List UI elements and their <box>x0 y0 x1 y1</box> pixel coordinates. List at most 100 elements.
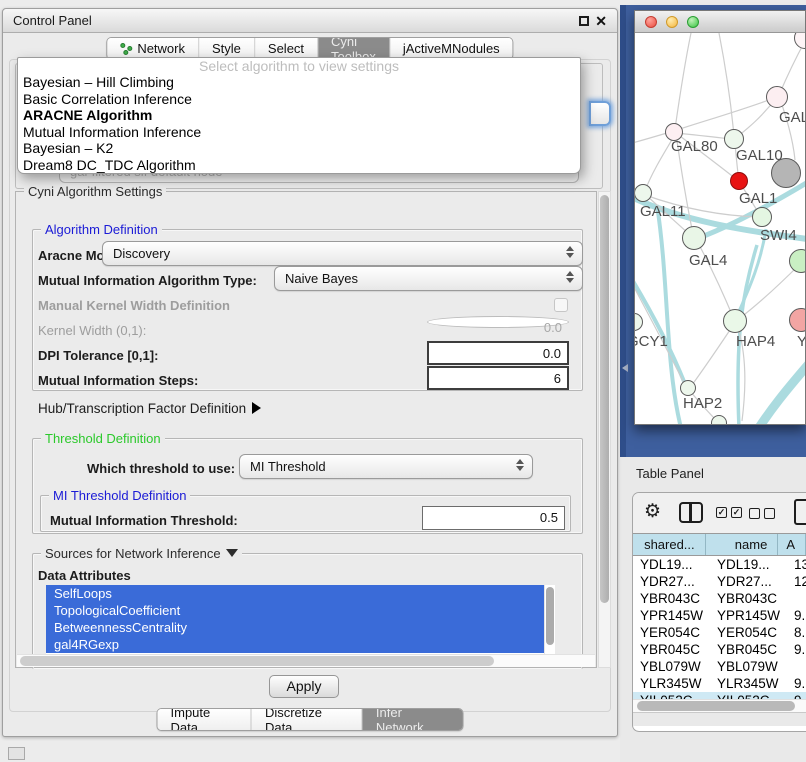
popup-item-bayesian-hill-climbing[interactable]: Bayesian – Hill Climbing <box>18 74 580 91</box>
tab-style[interactable]: Style <box>199 38 255 59</box>
scrollbar-thumb[interactable] <box>546 587 554 645</box>
node-label: GAL4 <box>689 252 727 269</box>
data-attributes-list: SelfLoops TopologicalCoefficient Between… <box>46 585 555 657</box>
settings-horizontal-scrollbar[interactable] <box>17 654 595 667</box>
column-header-shared[interactable]: shared... <box>633 534 706 555</box>
table-toolbar: ⚙ ✓✓ <box>633 493 806 533</box>
table-document-icon[interactable] <box>794 499 806 525</box>
tab-select[interactable]: Select <box>255 38 318 59</box>
table-header-row: shared... name A <box>633 533 806 556</box>
unchecked-boxes-icon[interactable] <box>749 508 775 519</box>
network-window-titlebar[interactable] <box>635 11 805 33</box>
node-gal10[interactable] <box>724 129 744 149</box>
hub-tf-definition-expander[interactable]: Hub/Transcription Factor Definition <box>38 401 261 416</box>
collapsed-panel-icon[interactable] <box>8 747 25 760</box>
table-panel-title: Table Panel <box>636 466 704 481</box>
table-horizontal-scrollbar[interactable] <box>633 699 806 712</box>
table-row[interactable]: YBL079WYBL079W <box>633 658 806 675</box>
node-gal[interactable] <box>766 86 788 108</box>
node-bottom-partial[interactable] <box>711 415 727 424</box>
table-panel-box: ⚙ ✓✓ shared... name A YDL19...YDL19...13… <box>632 492 806 732</box>
popup-item-aracne[interactable]: ARACNE Algorithm <box>18 107 580 124</box>
scrollbar-thumb[interactable] <box>637 701 795 711</box>
sources-title[interactable]: Sources for Network Inference <box>41 546 242 561</box>
algorithm-definition-title: Algorithm Definition <box>41 222 162 237</box>
list-vertical-scrollbar[interactable] <box>544 585 555 657</box>
popup-item-bayesian-k2[interactable]: Bayesian – K2 <box>18 140 580 157</box>
control-panel-window: Control Panel ✕ Network Style Select Cyn… <box>2 8 618 737</box>
mi-steps-input[interactable]: 6 <box>427 366 569 390</box>
network-view-window: GAL GAL80 GAL10 GAL1 GAL11 SWI4 GAL4 GCY… <box>634 10 806 425</box>
table-row[interactable]: YER054CYER054C8. <box>633 624 806 641</box>
column-header-name[interactable]: name <box>706 534 779 555</box>
popup-item-basic-correlation[interactable]: Basic Correlation Inference <box>18 91 580 108</box>
zoom-traffic-light-icon[interactable] <box>687 16 699 28</box>
close-traffic-light-icon[interactable] <box>645 16 657 28</box>
mi-threshold-input[interactable]: 0.5 <box>422 506 565 530</box>
close-icon[interactable]: ✕ <box>595 15 607 27</box>
tab-impute-data[interactable]: Impute Data <box>158 709 252 730</box>
node-label: Y <box>797 333 805 350</box>
node-label: HAP4 <box>736 333 775 350</box>
table-row[interactable]: YLR345WYLR345W9. <box>633 675 806 692</box>
column-split-icon[interactable] <box>679 502 703 523</box>
node-hap4[interactable] <box>723 309 747 333</box>
table-row-partial[interactable]: YIL052CYIL052C9 <box>633 692 806 699</box>
attribute-item-selected[interactable]: gal4RGexp <box>46 636 544 653</box>
kernel-width-label: Kernel Width (0,1): <box>38 323 146 338</box>
algorithm-combo-focused-edge[interactable] <box>589 101 611 126</box>
popup-item-mutual-information[interactable]: Mutual Information Inference <box>18 124 580 141</box>
table-row[interactable]: YDL19...YDL19...13 <box>633 556 806 573</box>
attribute-item-selected[interactable]: SelfLoops <box>46 585 544 602</box>
tab-cyni-toolbox[interactable]: Cyni Toolbox <box>318 38 390 59</box>
table-row[interactable]: YBR045CYBR045C9. <box>633 641 806 658</box>
popup-placeholder: Select algorithm to view settings <box>18 58 580 74</box>
control-panel-titlebar[interactable]: Control Panel ✕ <box>3 9 617 33</box>
tab-infer-network[interactable]: Infer Network <box>363 709 463 730</box>
node-gal1[interactable] <box>752 207 772 227</box>
tab-network[interactable]: Network <box>107 38 199 59</box>
dpi-tolerance-input[interactable]: 0.0 <box>427 341 569 365</box>
which-threshold-combo[interactable]: MI Threshold <box>239 454 533 479</box>
settings-vertical-scrollbar[interactable] <box>598 191 611 668</box>
mi-steps-label: Mutual Information Steps: <box>38 373 198 388</box>
table-row[interactable]: YPR145WYPR145W9. <box>633 607 806 624</box>
minimize-traffic-light-icon[interactable] <box>666 16 678 28</box>
float-window-icon[interactable] <box>579 16 589 26</box>
gear-icon[interactable]: ⚙ <box>644 500 661 523</box>
tab-discretize-data[interactable]: Discretize Data <box>252 709 363 730</box>
node-label: HAP2 <box>683 395 722 412</box>
column-header-partial[interactable]: A <box>778 534 806 555</box>
mi-type-combo[interactable]: Naive Bayes <box>274 266 583 291</box>
node-label: GAL11 <box>640 203 686 220</box>
attribute-item-selected[interactable]: BetweennessCentrality <box>46 619 544 636</box>
mi-threshold-label: Mutual Information Threshold: <box>50 513 238 528</box>
node-label: GAL <box>779 109 805 126</box>
node-red[interactable] <box>730 172 748 190</box>
table-row[interactable]: YDR27...YDR27...12 <box>633 573 806 590</box>
which-threshold-label: Which threshold to use: <box>87 461 235 476</box>
combo-stepper-icon <box>566 271 574 283</box>
data-attributes-label: Data Attributes <box>38 568 131 583</box>
checked-boxes-icon[interactable]: ✓✓ <box>716 507 742 518</box>
manual-kernel-checkbox[interactable] <box>554 298 568 312</box>
mi-threshold-definition-title: MI Threshold Definition <box>49 488 190 503</box>
popup-item-dream8[interactable]: Dream8 DC_TDC Algorithm <box>18 157 580 174</box>
scrollbar-thumb[interactable] <box>20 656 494 666</box>
node-gal4[interactable] <box>682 226 706 250</box>
tab-jactivemnodules[interactable]: jActiveMNodules <box>390 38 513 59</box>
network-canvas[interactable]: GAL GAL80 GAL10 GAL1 GAL11 SWI4 GAL4 GCY… <box>635 33 805 424</box>
apply-button[interactable]: Apply <box>269 675 339 698</box>
node-label: GAL80 <box>671 138 718 155</box>
kernel-width-input[interactable]: 0.0 <box>427 316 569 328</box>
manual-kernel-label: Manual Kernel Width Definition <box>38 298 230 313</box>
node-hap2[interactable] <box>680 380 696 396</box>
scrollbar-thumb[interactable] <box>600 195 609 603</box>
attribute-item-selected[interactable]: TopologicalCoefficient <box>46 602 544 619</box>
aracne-mode-combo[interactable]: Discovery <box>102 241 583 266</box>
panel-splitter-arrow-icon[interactable] <box>622 364 628 372</box>
combo-stepper-icon <box>516 459 524 471</box>
node-label: SWI4 <box>760 227 797 244</box>
collapse-down-icon <box>226 549 238 557</box>
table-row[interactable]: YBR043CYBR043C <box>633 590 806 607</box>
